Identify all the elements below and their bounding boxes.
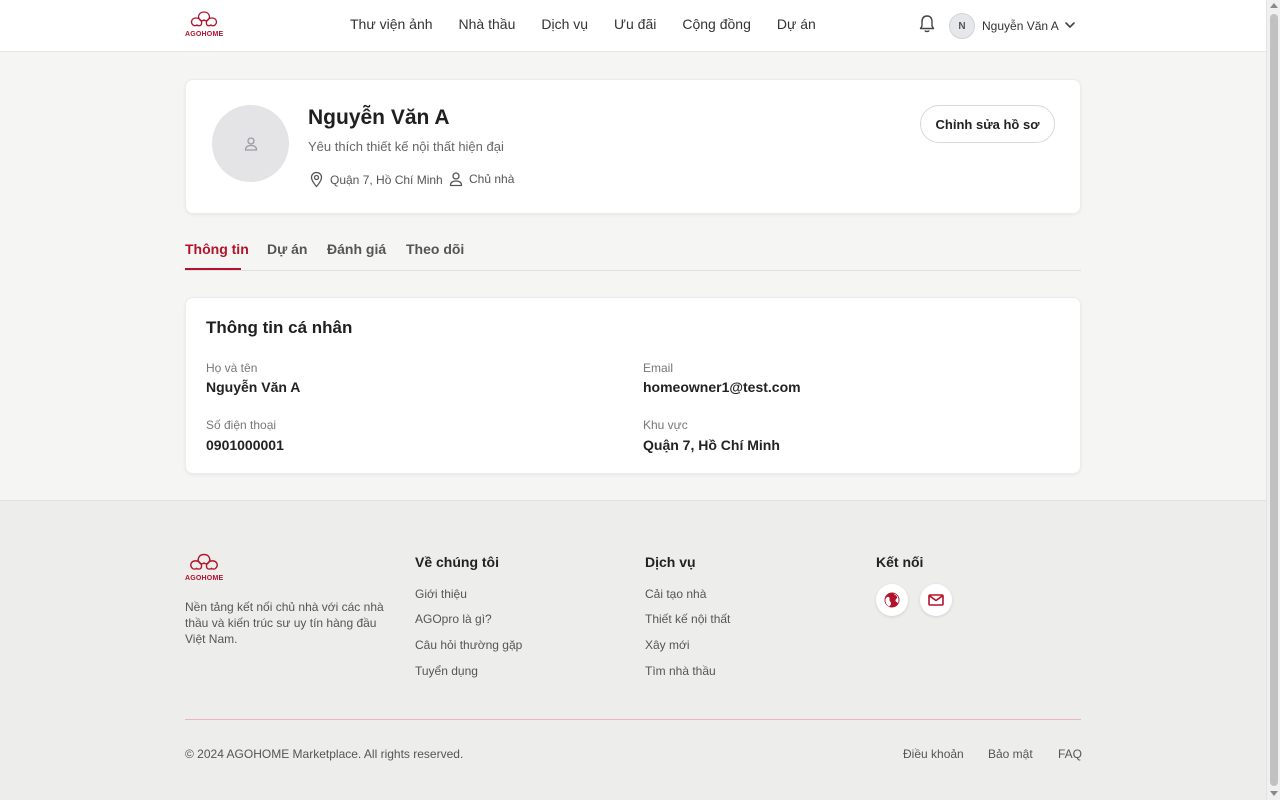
profile-name: Nguyễn Văn A	[308, 106, 450, 129]
agohome-logo[interactable]: AGOHOME	[185, 10, 223, 38]
profile-card: Nguyễn Văn A Yêu thích thiết kế nội thất…	[185, 79, 1081, 214]
profile-tabs: Thông tin Dự án Đánh giá Theo dõi	[185, 230, 1081, 271]
globe-icon	[884, 592, 900, 608]
logo-mark-icon	[190, 553, 219, 570]
nav-item-contractors[interactable]: Nhà thầu	[459, 16, 516, 32]
footer-link-privacy[interactable]: Bảo mật	[988, 747, 1033, 761]
phone-value: 0901000001	[206, 437, 284, 453]
mail-icon	[928, 594, 944, 606]
chevron-down-icon[interactable]	[1063, 18, 1077, 32]
nav-item-offers[interactable]: Ưu đãi	[614, 16, 656, 32]
footer-connect-title: Kết nối	[876, 554, 924, 570]
copyright-text: © 2024 AGOHOME Marketplace. All rights r…	[185, 747, 464, 761]
nav-item-services[interactable]: Dịch vụ	[541, 16, 588, 32]
nav-item-gallery[interactable]: Thư viện ảnh	[350, 16, 433, 32]
logo-text: AGOHOME	[185, 31, 224, 38]
tab-reviews[interactable]: Đánh giá	[327, 241, 386, 257]
footer-logo[interactable]: AGOHOME	[185, 552, 223, 582]
top-navbar: AGOHOME Thư viện ảnh Nhà thầu Dịch vụ Ưu…	[0, 0, 1266, 52]
nav-item-projects[interactable]: Dự án	[777, 16, 816, 32]
map-pin-icon	[310, 171, 323, 188]
footer-link-new-build[interactable]: Xây mới	[645, 638, 690, 652]
tab-projects[interactable]: Dự án	[267, 241, 307, 257]
footer-link-faq-legal[interactable]: FAQ	[1058, 747, 1082, 761]
page: AGOHOME Thư viện ảnh Nhà thầu Dịch vụ Ưu…	[0, 0, 1266, 800]
tab-following[interactable]: Theo dõi	[406, 241, 464, 257]
footer-services-title: Dịch vụ	[645, 554, 696, 570]
footer-link-renovation[interactable]: Cải tạo nhà	[645, 587, 706, 601]
nav-item-community[interactable]: Cộng đồng	[682, 16, 751, 32]
logo-text: AGOHOME	[185, 575, 224, 582]
edit-profile-button[interactable]: Chỉnh sửa hồ sơ	[920, 105, 1055, 143]
user-avatar[interactable]: N	[949, 13, 975, 39]
phone-label: Số điện thoại	[206, 418, 277, 432]
scroll-thumb[interactable]	[1270, 14, 1278, 786]
scroll-up-arrow-icon[interactable]	[1270, 3, 1278, 8]
fullname-value: Nguyễn Văn A	[206, 379, 301, 395]
globe-button[interactable]	[876, 584, 908, 616]
mail-button[interactable]	[920, 584, 952, 616]
footer-link-interior-design[interactable]: Thiết kế nội thất	[645, 612, 730, 626]
region-value: Quận 7, Hồ Chí Minh	[643, 437, 780, 453]
region-label: Khu vực	[643, 418, 688, 432]
footer-link-faq[interactable]: Câu hỏi thường gặp	[415, 638, 522, 652]
profile-bio: Yêu thích thiết kế nội thất hiện đại	[308, 139, 504, 154]
profile-location-text: Quận 7, Hồ Chí Minh	[330, 172, 443, 187]
fullname-label: Họ và tên	[206, 361, 258, 375]
main-nav: Thư viện ảnh Nhà thầu Dịch vụ Ưu đãi Cộn…	[350, 16, 842, 32]
scroll-down-arrow-icon[interactable]	[1270, 791, 1278, 796]
email-label: Email	[643, 361, 674, 375]
footer-about-title: Về chúng tôi	[415, 554, 499, 570]
vertical-scrollbar[interactable]	[1266, 0, 1280, 800]
bell-icon[interactable]	[918, 14, 936, 34]
tab-info[interactable]: Thông tin	[185, 241, 249, 257]
active-tab-indicator	[185, 268, 241, 270]
footer-link-careers[interactable]: Tuyển dụng	[415, 664, 478, 678]
footer-divider	[185, 719, 1081, 720]
user-icon	[244, 136, 257, 151]
footer-link-terms[interactable]: Điều khoản	[903, 747, 964, 761]
profile-avatar	[212, 105, 289, 182]
footer-link-agopro[interactable]: AGOpro là gì?	[415, 612, 492, 626]
email-value: homeowner1@test.com	[643, 379, 801, 395]
footer-link-about[interactable]: Giới thiệu	[415, 587, 467, 601]
footer-description: Nền tảng kết nối chủ nhà với các nhà thầ…	[185, 600, 384, 646]
footer-link-find-contractor[interactable]: Tìm nhà thầu	[645, 664, 716, 678]
profile-location: Quận 7, Hồ Chí Minh	[308, 171, 443, 188]
user-name[interactable]: Nguyễn Văn A	[982, 19, 1059, 33]
site-footer: AGOHOME Nền tảng kết nối chủ nhà với các…	[0, 500, 1266, 800]
profile-role: Chủ nhà	[448, 171, 514, 187]
profile-role-text: Chủ nhà	[469, 172, 515, 186]
personal-info-card: Thông tin cá nhân Họ và tên Nguyễn Văn A…	[185, 297, 1081, 474]
personal-info-title: Thông tin cá nhân	[206, 318, 353, 337]
logo-mark-icon	[191, 11, 218, 27]
person-icon	[449, 172, 463, 187]
